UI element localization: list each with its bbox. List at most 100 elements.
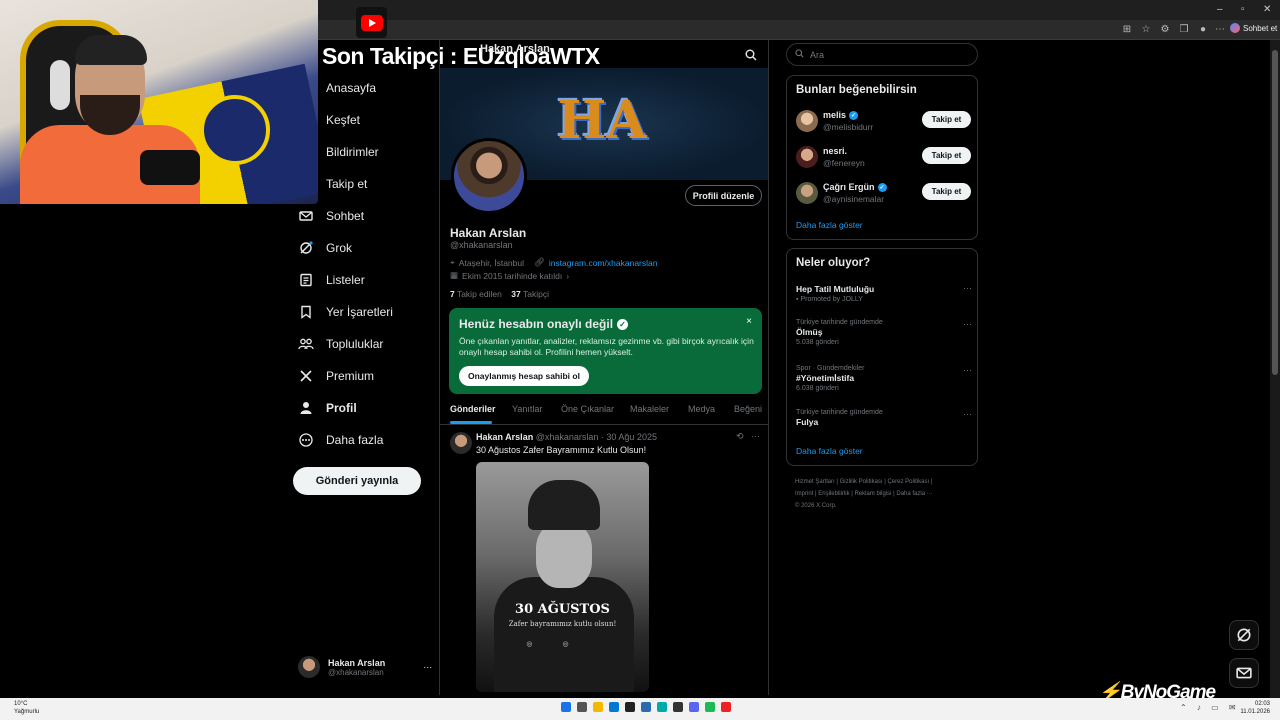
nav-item-explore[interactable]: Keşfet xyxy=(298,106,360,134)
more-icon[interactable]: ··· xyxy=(423,662,432,672)
tweet-handle[interactable]: @xhakanarslan xyxy=(536,432,599,442)
tab-highlights[interactable]: Öne Çıkanlar xyxy=(561,404,614,414)
scrollbar-thumb[interactable] xyxy=(1272,50,1278,375)
image-title: 30 AĞUSTOS xyxy=(515,602,610,617)
portrait-face-shape xyxy=(536,522,592,588)
tab-posts[interactable]: Gönderiler xyxy=(450,404,496,414)
minimize-icon[interactable]: – xyxy=(1217,4,1223,15)
trends-show-more-link[interactable]: Daha fazla göster xyxy=(796,446,863,456)
profile-name: Hakan Arslan xyxy=(450,226,527,240)
record-icon[interactable] xyxy=(721,702,731,712)
tweet-image[interactable]: 30 AĞUSTOS Zafer bayramımız kutlu olsun!… xyxy=(476,462,649,692)
page-scrollbar[interactable] xyxy=(1270,40,1280,698)
search-icon[interactable] xyxy=(577,702,587,712)
nav-item-bookmarks[interactable]: Yer İşaretleri xyxy=(298,298,393,326)
grok-floating-button[interactable] xyxy=(1229,620,1259,650)
tab-media[interactable]: Medya xyxy=(688,404,715,414)
collections-icon[interactable]: ❒ xyxy=(1178,24,1190,36)
more-icon[interactable]: ··· xyxy=(751,431,760,441)
weather-widget[interactable]: 10°C Yağmurlu xyxy=(14,700,39,716)
profile-icon[interactable]: ● xyxy=(1197,24,1209,36)
link-icon: 🔗︎ xyxy=(534,257,545,267)
suggestion-item[interactable]: melis ✓ @melisbidurr Takip et xyxy=(796,108,972,136)
nav-item-profile[interactable]: Profil xyxy=(298,394,357,422)
app-icon[interactable] xyxy=(673,702,683,712)
more-icon[interactable]: ··· xyxy=(963,409,972,419)
close-window-icon[interactable]: ✕ xyxy=(1263,4,1271,15)
profile-link[interactable]: instagram.com/xhakanarslan xyxy=(549,258,658,268)
file-explorer-icon[interactable] xyxy=(593,702,603,712)
profile-header-bar: Hakan Arslan xyxy=(440,40,768,68)
browser-address-bar[interactable] xyxy=(318,20,1280,40)
nav-item-premium[interactable]: Premium xyxy=(298,362,374,390)
nav-item-home[interactable]: Anasayfa xyxy=(298,74,376,102)
verified-badge-icon: ✓ xyxy=(877,182,887,192)
suggestion-item[interactable]: Çağrı Ergün ✓ @aynisinemalar Takip et xyxy=(796,180,972,208)
youtube-logo-icon xyxy=(356,7,387,38)
tweet-author[interactable]: Hakan Arslan xyxy=(476,432,533,442)
copilot-button[interactable]: Sohbet et xyxy=(1230,23,1277,33)
grok-icon[interactable]: ⟲ xyxy=(736,431,744,442)
trend-item[interactable]: Spor · Gündemdekiler #Yönetimİstifa 6.03… xyxy=(796,365,972,392)
more-icon[interactable]: ··· xyxy=(963,365,972,375)
nav-item-communities[interactable]: Topluluklar xyxy=(298,330,383,358)
edit-profile-button[interactable]: Profili düzenle xyxy=(685,185,762,206)
messages-floating-button[interactable] xyxy=(1229,658,1259,688)
nav-item-grok[interactable]: Grok xyxy=(298,234,352,262)
start-icon[interactable] xyxy=(561,702,571,712)
account-switcher[interactable]: Hakan Arslan @xhakanarslan ··· xyxy=(298,656,432,678)
profile-avatar[interactable] xyxy=(451,138,527,214)
taskbar-apps xyxy=(561,702,731,712)
search-icon[interactable] xyxy=(745,48,757,66)
nav-item-follow[interactable]: Takip et xyxy=(298,170,367,198)
follow-button[interactable]: Takip et xyxy=(922,183,971,200)
more-icon[interactable]: ··· xyxy=(963,283,972,293)
browser-menu-icon[interactable]: ⋯ xyxy=(1214,24,1226,36)
trend-item[interactable]: Hep Tatil Mutluluğu ▪ Promoted by JOLLY … xyxy=(796,283,972,303)
store-icon[interactable] xyxy=(609,702,619,712)
follow-button[interactable]: Takip et xyxy=(922,111,971,128)
search-input[interactable]: Ara xyxy=(786,43,978,66)
avatar xyxy=(796,182,818,204)
trend-item[interactable]: Türkiye tarihinde gündemde Ölmüş 5.038 g… xyxy=(796,319,972,346)
edge-icon[interactable] xyxy=(657,702,667,712)
spotify-icon[interactable] xyxy=(705,702,715,712)
discord-icon[interactable] xyxy=(689,702,699,712)
followers-link[interactable]: 37 Takipçi xyxy=(511,289,549,299)
follow-button[interactable]: Takip et xyxy=(922,147,971,164)
trend-item[interactable]: Türkiye tarihinde gündemde Fulya ··· xyxy=(796,409,972,427)
search-icon xyxy=(298,112,314,128)
account-handle: @xhakanarslan xyxy=(328,667,384,677)
tab-replies[interactable]: Yanıtlar xyxy=(512,404,542,414)
nav-item-lists[interactable]: Listeler xyxy=(298,266,365,294)
nav-item-chat[interactable]: Sohbet xyxy=(298,202,364,230)
avatar[interactable] xyxy=(450,432,472,454)
close-icon[interactable]: × xyxy=(746,316,752,327)
microphone-image xyxy=(140,150,200,185)
tab-likes[interactable]: Beğeni xyxy=(734,404,762,414)
extensions-icon[interactable]: ⚙ xyxy=(1159,24,1171,36)
tweet-date[interactable]: · 30 Ağu 2025 xyxy=(601,432,657,442)
nav-item-notifications[interactable]: Bildirimler xyxy=(298,138,379,166)
reading-view-icon[interactable]: ⊞ xyxy=(1121,24,1133,36)
footer-links[interactable]: Imprint | Erişilebilirlik | Reklam bilgi… xyxy=(795,488,975,500)
system-tray[interactable]: ⌃ ♪ ▭ ✉ xyxy=(1180,703,1240,712)
post-button[interactable]: Gönderi yayınla xyxy=(293,467,421,495)
profile-location: ⌖ Ataşehir, İstanbul 🔗︎ instagram.com/xh… xyxy=(450,257,658,268)
follow-icon xyxy=(298,176,314,192)
suggestion-item[interactable]: nesri. @fenereyn Takip et xyxy=(796,144,972,172)
footer-links[interactable]: Hizmet Şartları | Gizlilik Politikası | … xyxy=(795,476,975,488)
maximize-icon[interactable]: ▫ xyxy=(1241,4,1245,15)
obs-icon[interactable] xyxy=(625,702,635,712)
favorite-star-icon[interactable]: ☆ xyxy=(1140,24,1152,36)
x-logo-icon xyxy=(298,368,314,384)
steam-icon[interactable] xyxy=(641,702,651,712)
tab-articles[interactable]: Makaleler xyxy=(630,404,669,414)
more-icon[interactable]: ··· xyxy=(963,319,972,329)
following-link[interactable]: 7 Takip edilen xyxy=(450,289,502,299)
clock[interactable]: 02:03 11.01.2026 xyxy=(1238,700,1270,716)
show-more-link[interactable]: Daha fazla göster xyxy=(796,220,863,230)
nav-item-more[interactable]: Daha fazla xyxy=(298,426,383,454)
bell-icon xyxy=(298,144,314,160)
get-verified-button[interactable]: Onaylanmış hesap sahibi ol xyxy=(459,366,589,386)
